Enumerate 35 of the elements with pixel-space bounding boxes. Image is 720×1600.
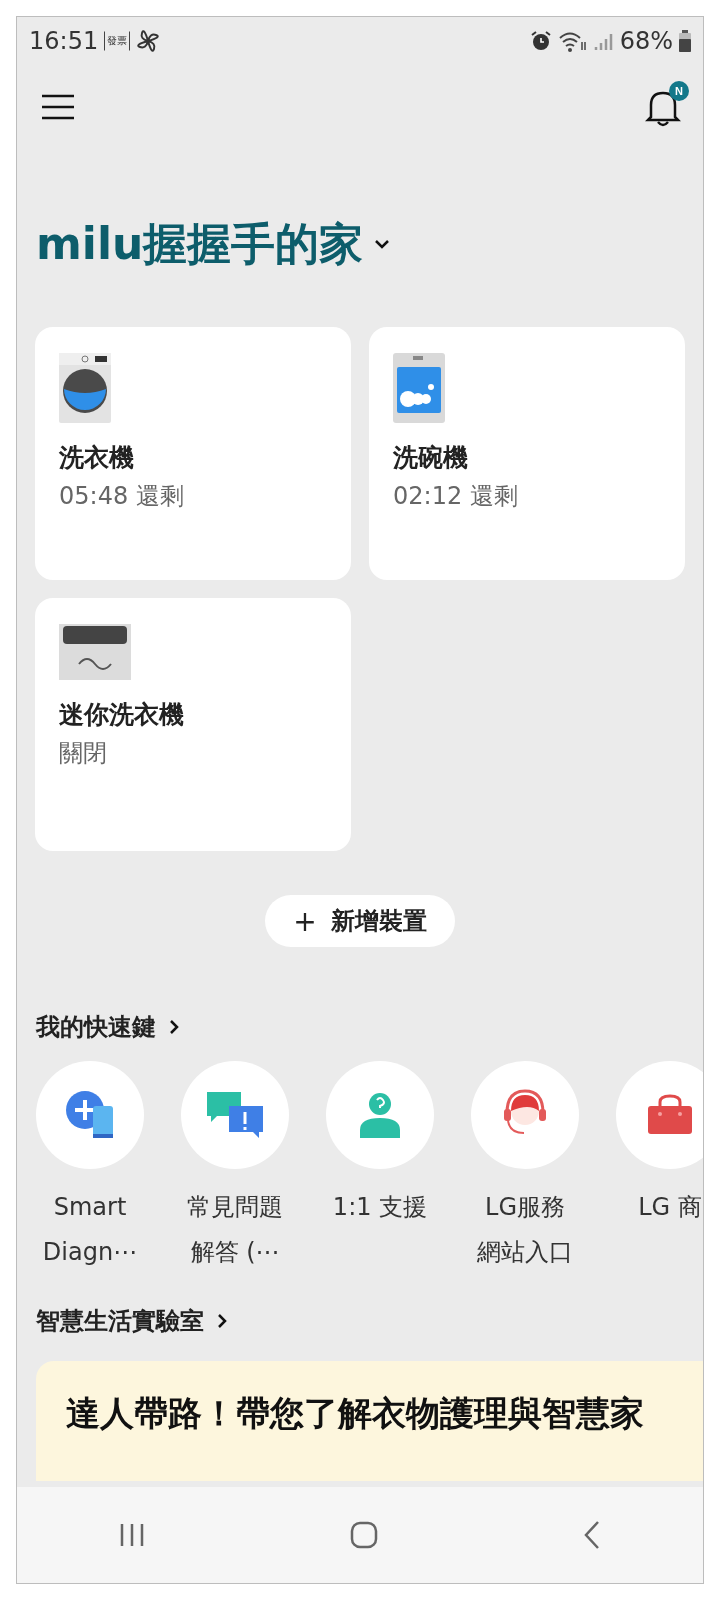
back-icon[interactable]	[582, 1520, 601, 1550]
battery-icon	[679, 30, 691, 52]
dishwasher-icon	[393, 353, 445, 423]
status-time: 16:51	[29, 27, 99, 55]
chevron-right-icon	[168, 1018, 180, 1036]
chevron-right-icon	[216, 1312, 228, 1330]
recent-apps-icon[interactable]	[119, 1522, 146, 1548]
pinwheel-icon	[136, 29, 161, 53]
add-device-button[interactable]: + 新增裝置	[265, 895, 455, 947]
home-title: milu握握手的家	[36, 216, 364, 271]
device-name: 迷你洗衣機	[59, 699, 185, 731]
article-banner[interactable]: 達人帶路！帶您了解衣物護理與智慧家	[36, 1361, 703, 1481]
washing-machine-icon	[59, 353, 111, 423]
device-status: 關閉	[59, 738, 108, 769]
dropdown-chevron-icon[interactable]	[373, 238, 392, 250]
home-icon[interactable]	[350, 1521, 378, 1549]
shortcuts-header[interactable]: 我的快速鍵	[17, 1011, 199, 1043]
phone-plus-icon	[65, 1090, 115, 1140]
alarm-icon	[529, 30, 552, 52]
notification-badge: N	[669, 81, 689, 101]
device-card[interactable]: 洗衣機 05:48 還剩	[35, 327, 351, 580]
device-name: 洗衣機	[59, 442, 135, 474]
wifi-icon	[557, 30, 588, 52]
banner-headline: 達人帶路！帶您了解衣物護理與智慧家	[66, 1392, 645, 1435]
smart-life-lab-header[interactable]: 智慧生活實驗室	[17, 1305, 247, 1337]
device-status: 02:12 還剩	[393, 481, 519, 512]
device-card[interactable]: 洗碗機 02:12 還剩	[369, 327, 685, 580]
device-card[interactable]: 迷你洗衣機 關閉	[35, 598, 351, 851]
device-status: 05:48 還剩	[59, 481, 185, 512]
person-question-icon	[358, 1090, 402, 1140]
shopping-bag-icon	[646, 1094, 694, 1136]
chat-bubbles-icon	[205, 1090, 265, 1140]
battery-percentage: 68%	[619, 27, 673, 55]
mini-washer-icon	[59, 624, 131, 680]
device-name: 洗碗機	[393, 442, 469, 474]
